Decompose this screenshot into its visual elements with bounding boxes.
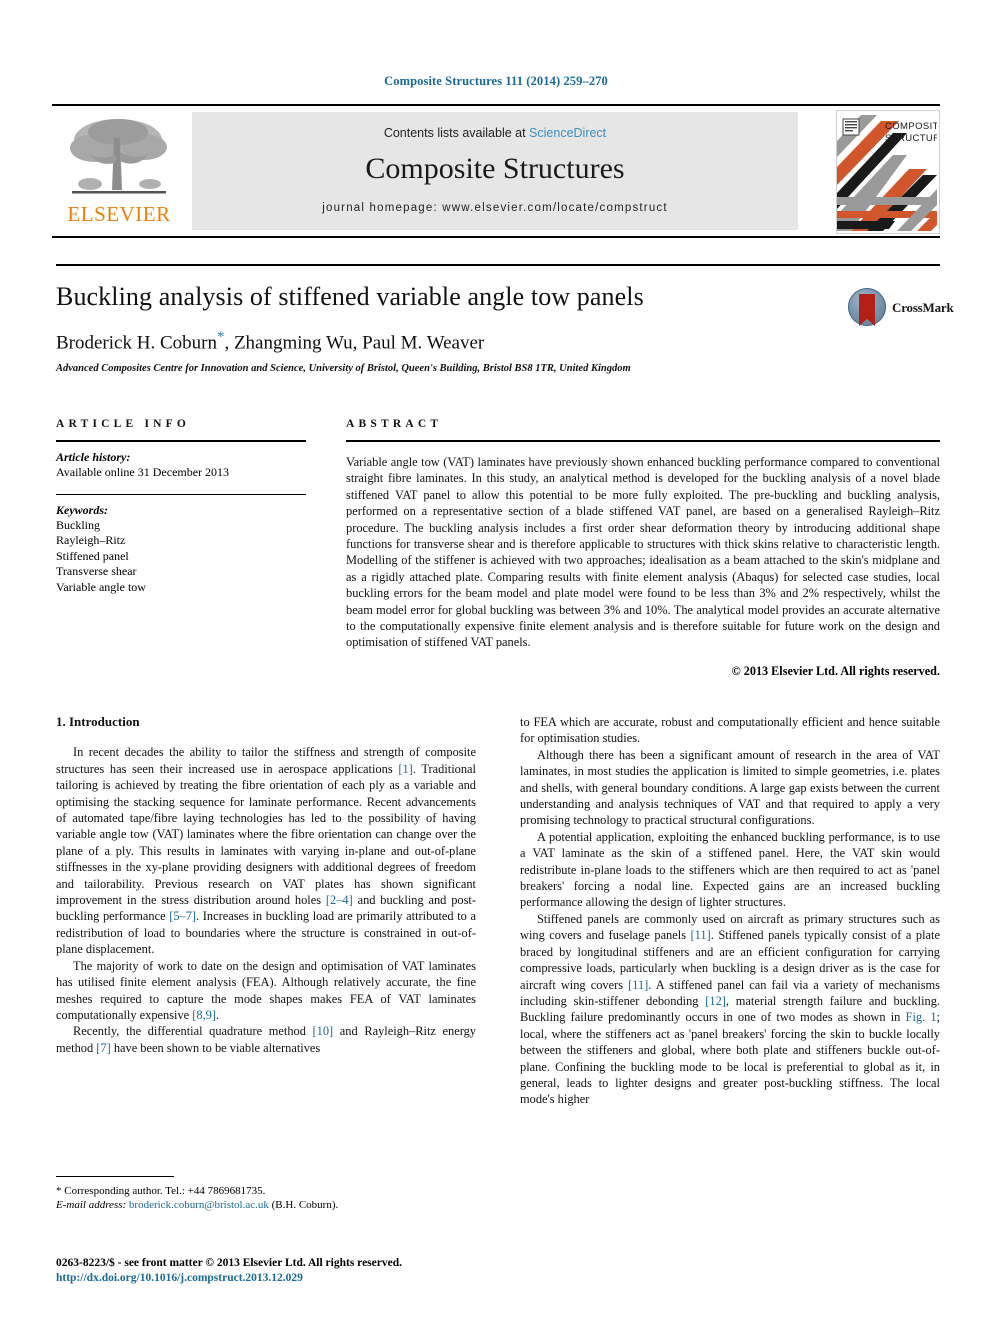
journal-title: Composite Structures: [365, 152, 625, 185]
crossmark-badge[interactable]: CrossMark: [848, 288, 954, 330]
keyword-item: Buckling: [56, 517, 100, 532]
keywords-rule: [56, 493, 306, 495]
title-block: Buckling analysis of stiffened variable …: [56, 282, 846, 374]
author-corresponding: Broderick H. Coburn: [56, 332, 217, 354]
paragraph: Recently, the differential quadrature me…: [56, 1024, 477, 1055]
crossmark-bookmark-shape: [859, 294, 875, 326]
masthead-bottom-rule: [52, 236, 940, 238]
masthead-grey-band: Contents lists available at ScienceDirec…: [192, 112, 798, 230]
elsevier-wordmark: ELSEVIER: [67, 202, 171, 226]
elsevier-tree-icon: [66, 114, 172, 200]
abstract-text: Variable angle tow (VAT) laminates have …: [346, 455, 940, 650]
section-heading-introduction: 1. Introduction: [56, 714, 140, 729]
crossmark-icon: [848, 288, 886, 326]
footnote-rule: [56, 1176, 174, 1177]
article-info-column: ARTICLE INFO Article history: Available …: [56, 418, 306, 595]
elsevier-logo: ELSEVIER: [58, 114, 180, 232]
footnote-corresponding: * Corresponding author. Tel.: +44 786968…: [56, 1185, 266, 1197]
email-address-label: E-mail address:: [56, 1199, 127, 1211]
author-list-rest: , Zhangming Wu, Paul M. Weaver: [224, 332, 485, 354]
abstract-rule: [346, 440, 940, 442]
citation-link[interactable]: [1]: [398, 762, 412, 776]
doi-link[interactable]: http://dx.doi.org/10.1016/j.compstruct.2…: [56, 1271, 556, 1286]
footnote-email-line: E-mail address: broderick.coburn@bristol…: [56, 1198, 476, 1212]
abstract-heading: ABSTRACT: [346, 418, 443, 430]
citation-link[interactable]: [11]: [628, 978, 648, 992]
affiliation: Advanced Composites Centre for Innovatio…: [56, 363, 631, 375]
crossmark-label: CrossMark: [892, 300, 954, 315]
svg-text:STRUCTURES: STRUCTURES: [885, 133, 937, 144]
contents-available-line: Contents lists available at ScienceDirec…: [192, 126, 798, 140]
journal-masthead: ELSEVIER Contents lists available at Sci…: [52, 104, 940, 238]
paragraph: Stiffened panels are commonly used on ai…: [520, 911, 941, 1107]
keyword-item: Variable angle tow: [56, 579, 146, 594]
journal-homepage-link[interactable]: journal homepage: www.elsevier.com/locat…: [192, 202, 798, 214]
article-page: Composite Structures 111 (2014) 259–270: [0, 0, 992, 1323]
svg-text:COMPOSITE: COMPOSITE: [885, 121, 937, 132]
citation-link[interactable]: [11]: [691, 928, 711, 942]
citation-link[interactable]: [2–4]: [326, 893, 353, 907]
article-info-heading: ARTICLE INFO: [56, 418, 191, 430]
keyword-item: Stiffened panel: [56, 548, 129, 563]
article-info-rule: [56, 440, 306, 442]
sciencedirect-link[interactable]: ScienceDirect: [529, 126, 606, 140]
figure-link[interactable]: Fig. 1: [906, 1010, 937, 1024]
citation-link[interactable]: [10]: [313, 1024, 334, 1038]
abstract-copyright: © 2013 Elsevier Ltd. All rights reserved…: [731, 663, 940, 678]
keyword-item: Transverse shear: [56, 564, 137, 578]
masthead-top-rule: [52, 104, 940, 106]
issn-copyright-line: 0263-8223/$ - see front matter © 2013 El…: [56, 1257, 402, 1269]
author-list: Broderick H. Coburn*, Zhangming Wu, Paul…: [56, 329, 846, 354]
abstract-bottom-rule: [56, 264, 940, 266]
body-columns: 1. Introduction In recent decades the ab…: [56, 714, 940, 1224]
body-column-right: to FEA which are accurate, robust and co…: [520, 714, 940, 1108]
paragraph: to FEA which are accurate, robust and co…: [520, 715, 940, 746]
running-head: Composite Structures 111 (2014) 259–270: [384, 74, 608, 88]
journal-cover-thumbnail: COMPOSITE STRUCTURES: [836, 110, 940, 234]
page-footer: 0263-8223/$ - see front matter © 2013 El…: [56, 1256, 556, 1286]
citation-link[interactable]: [8,9]: [192, 1008, 216, 1022]
page-title: Buckling analysis of stiffened variable …: [56, 282, 644, 311]
corresponding-author-footnote: * Corresponding author. Tel.: +44 786968…: [56, 1176, 476, 1212]
citation-link[interactable]: [12]: [705, 994, 726, 1008]
paragraph: A potential application, exploiting the …: [520, 829, 940, 910]
abstract-column: ABSTRACT Variable angle tow (VAT) lamina…: [346, 418, 940, 679]
article-history-label: Article history:: [56, 450, 131, 464]
body-column-left: 1. Introduction In recent decades the ab…: [56, 714, 476, 1056]
paragraph: In recent decades the ability to tailor …: [56, 745, 476, 957]
paragraph: Although there has been a significant am…: [520, 747, 940, 828]
keywords-label: Keywords:: [56, 502, 108, 517]
paragraph: The majority of work to date on the desi…: [56, 958, 476, 1022]
contents-prefix: Contents lists available at: [383, 126, 530, 140]
article-history-value: Available online 31 December 2013: [56, 465, 230, 479]
email-address-suffix: (B.H. Coburn).: [268, 1199, 339, 1211]
citation-link[interactable]: [7]: [96, 1041, 110, 1055]
email-address-link[interactable]: broderick.coburn@bristol.ac.uk: [129, 1199, 269, 1211]
citation-link[interactable]: [5–7]: [169, 909, 196, 923]
keyword-item: Rayleigh–Ritz: [56, 533, 126, 547]
